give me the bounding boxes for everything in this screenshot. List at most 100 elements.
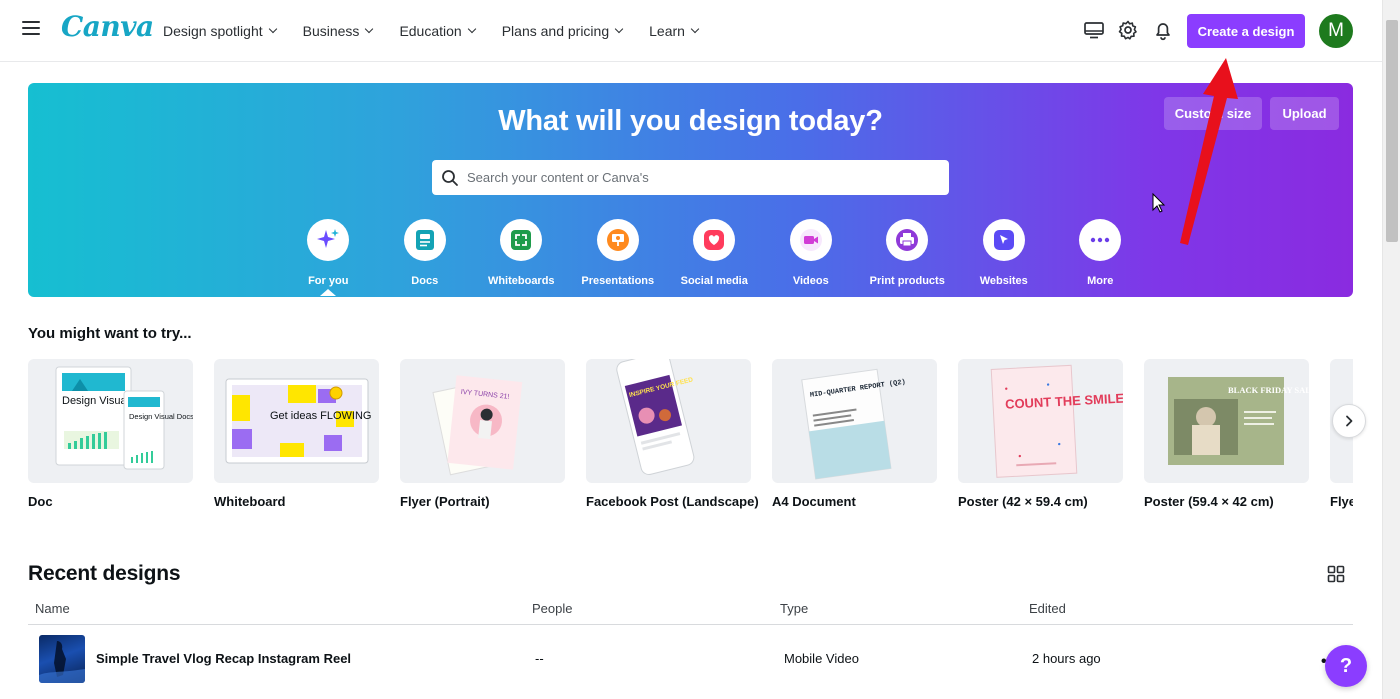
doc-thumbnail: Design Visual Docs Design Visual Docs bbox=[28, 359, 193, 483]
nav-design-spotlight[interactable]: Design spotlight bbox=[163, 23, 277, 39]
whiteboard-preview-image: Get ideas FLOWING bbox=[225, 378, 371, 464]
nav-label: Design spotlight bbox=[163, 23, 263, 39]
try-card-flyer-portrait[interactable]: IVY TURNS 21! Flyer (Portrait) bbox=[400, 359, 565, 509]
monitor-icon[interactable] bbox=[1083, 19, 1105, 41]
cursor-icon bbox=[993, 230, 1014, 250]
whiteboard-thumb-text: Get ideas FLOWING bbox=[270, 410, 371, 422]
page-scrollbar[interactable] bbox=[1382, 0, 1400, 699]
search-input[interactable] bbox=[467, 170, 927, 185]
category-social-media[interactable]: Social media bbox=[666, 219, 763, 287]
chevron-down-icon bbox=[268, 24, 277, 34]
search-icon bbox=[442, 169, 458, 186]
printer-icon bbox=[896, 229, 919, 251]
upload-button[interactable]: Upload bbox=[1270, 97, 1339, 130]
category-label: Websites bbox=[979, 275, 1028, 287]
nav-business[interactable]: Business bbox=[302, 23, 374, 39]
try-section-title: You might want to try... bbox=[28, 325, 192, 342]
category-more[interactable]: More bbox=[1052, 219, 1149, 287]
poster-landscape-preview-image: BLACK FRIDAY SALE! bbox=[1168, 377, 1309, 465]
search-bar[interactable] bbox=[432, 160, 949, 195]
try-card-poster-landscape[interactable]: BLACK FRIDAY SALE! Poster (59.4 × 42 cm) bbox=[1144, 359, 1309, 509]
doc-small-thumb-text: Design Visual Docs bbox=[129, 412, 193, 421]
try-card-label: Poster (59.4 × 42 cm) bbox=[1144, 494, 1274, 509]
chevron-down-icon bbox=[614, 24, 624, 34]
design-edited: 2 hours ago bbox=[1032, 651, 1101, 666]
video-icon bbox=[799, 229, 822, 251]
column-header-type: Type bbox=[780, 601, 809, 616]
bell-icon[interactable] bbox=[1152, 19, 1174, 41]
canva-logo[interactable]: Canva bbox=[61, 10, 154, 43]
try-card-label: Flyer bbox=[1330, 494, 1353, 509]
a4-document-thumbnail: MID-QUARTER REPORT (Q2) bbox=[772, 359, 937, 483]
column-header-people: People bbox=[532, 601, 573, 616]
a4-document-preview-image: MID-QUARTER REPORT (Q2) bbox=[801, 368, 906, 480]
create-a-design-button[interactable]: Create a design bbox=[1187, 14, 1305, 48]
column-header-edited[interactable]: Edited bbox=[1029, 601, 1066, 616]
top-navigation-bar: Canva Design spotlight Business Educatio… bbox=[0, 0, 1382, 62]
try-card-label: A4 Document bbox=[772, 494, 856, 509]
avatar[interactable]: M bbox=[1319, 14, 1353, 48]
category-shortcuts: For you Docs Whiteboards Presentations S… bbox=[280, 219, 1149, 296]
facebook-post-thumbnail: INSPIRE YOUR FEED bbox=[586, 359, 751, 483]
poster-portrait-thumbnail: COUNT THE SMILES bbox=[958, 359, 1123, 483]
chevron-right-icon bbox=[1346, 415, 1353, 427]
poster-landscape-thumb-text: BLACK FRIDAY SALE! bbox=[1228, 385, 1309, 395]
try-card-poster-portrait[interactable]: COUNT THE SMILES Poster (42 × 59.4 cm) bbox=[958, 359, 1123, 509]
doc-icon bbox=[415, 230, 434, 250]
try-card-label: Poster (42 × 59.4 cm) bbox=[958, 494, 1088, 509]
category-label: Whiteboards bbox=[487, 275, 555, 287]
menu-icon[interactable] bbox=[22, 21, 40, 39]
main-nav: Design spotlight Business Education Plan… bbox=[163, 0, 725, 62]
category-icon-wrap bbox=[500, 219, 543, 261]
category-icon-wrap bbox=[693, 219, 736, 261]
selected-category-pointer bbox=[320, 289, 337, 296]
table-row[interactable]: Simple Travel Vlog Recap Instagram Reel … bbox=[28, 625, 1353, 693]
try-carousel: Design Visual Docs Design Visual Docs Do… bbox=[28, 359, 1353, 519]
category-docs[interactable]: Docs bbox=[377, 219, 474, 287]
category-label: Print products bbox=[869, 275, 945, 287]
try-card-facebook-post[interactable]: INSPIRE YOUR FEED Facebook Post (Landsca… bbox=[586, 359, 759, 509]
category-icon-wrap bbox=[886, 219, 929, 261]
nav-label: Business bbox=[302, 23, 360, 39]
category-for-you[interactable]: For you bbox=[280, 219, 377, 296]
gear-icon[interactable] bbox=[1117, 19, 1139, 41]
category-icon-wrap bbox=[403, 219, 446, 261]
facebook-post-preview-image: INSPIRE YOUR FEED bbox=[616, 359, 695, 476]
column-header-name[interactable]: Name bbox=[35, 601, 70, 616]
nav-plans-and-pricing[interactable]: Plans and pricing bbox=[502, 23, 624, 39]
design-thumbnail-image bbox=[39, 641, 85, 683]
carousel-next-button[interactable] bbox=[1332, 404, 1366, 438]
category-label: Videos bbox=[792, 275, 829, 287]
try-card-doc[interactable]: Design Visual Docs Design Visual Docs Do… bbox=[28, 359, 193, 509]
category-label: Docs bbox=[411, 275, 439, 287]
category-videos[interactable]: Videos bbox=[763, 219, 860, 287]
chevron-down-icon bbox=[467, 24, 476, 34]
custom-size-button[interactable]: Custom size bbox=[1164, 97, 1262, 130]
more-icon bbox=[1091, 237, 1110, 243]
nav-label: Education bbox=[399, 23, 462, 39]
try-card-label: Whiteboard bbox=[214, 494, 286, 509]
flyer-thumbnail: IVY TURNS 21! bbox=[400, 359, 565, 483]
whiteboard-icon bbox=[511, 230, 532, 250]
category-icon-wrap bbox=[982, 219, 1025, 261]
nav-learn[interactable]: Learn bbox=[649, 23, 700, 39]
help-button[interactable]: ? bbox=[1325, 645, 1367, 687]
category-print-products[interactable]: Print products bbox=[859, 219, 956, 287]
grid-view-icon[interactable] bbox=[1327, 565, 1345, 583]
category-whiteboards[interactable]: Whiteboards bbox=[473, 219, 570, 287]
nav-label: Learn bbox=[649, 23, 685, 39]
hero-banner: What will you design today? Custom size … bbox=[28, 83, 1353, 297]
category-presentations[interactable]: Presentations bbox=[570, 219, 667, 287]
category-websites[interactable]: Websites bbox=[956, 219, 1053, 287]
category-icon-wrap bbox=[1079, 219, 1122, 261]
nav-education[interactable]: Education bbox=[399, 23, 476, 39]
design-name[interactable]: Simple Travel Vlog Recap Instagram Reel bbox=[96, 651, 351, 666]
flyer-preview-image: IVY TURNS 21! bbox=[432, 375, 523, 476]
chevron-down-icon bbox=[365, 24, 374, 34]
try-card-whiteboard[interactable]: Get ideas FLOWING Whiteboard bbox=[214, 359, 379, 509]
design-thumbnail bbox=[39, 635, 85, 683]
category-label: For you bbox=[308, 275, 349, 287]
scrollbar-thumb[interactable] bbox=[1386, 20, 1398, 242]
try-card-a4-document[interactable]: MID-QUARTER REPORT (Q2) A4 Document bbox=[772, 359, 937, 509]
hero-title: What will you design today? bbox=[498, 105, 883, 137]
